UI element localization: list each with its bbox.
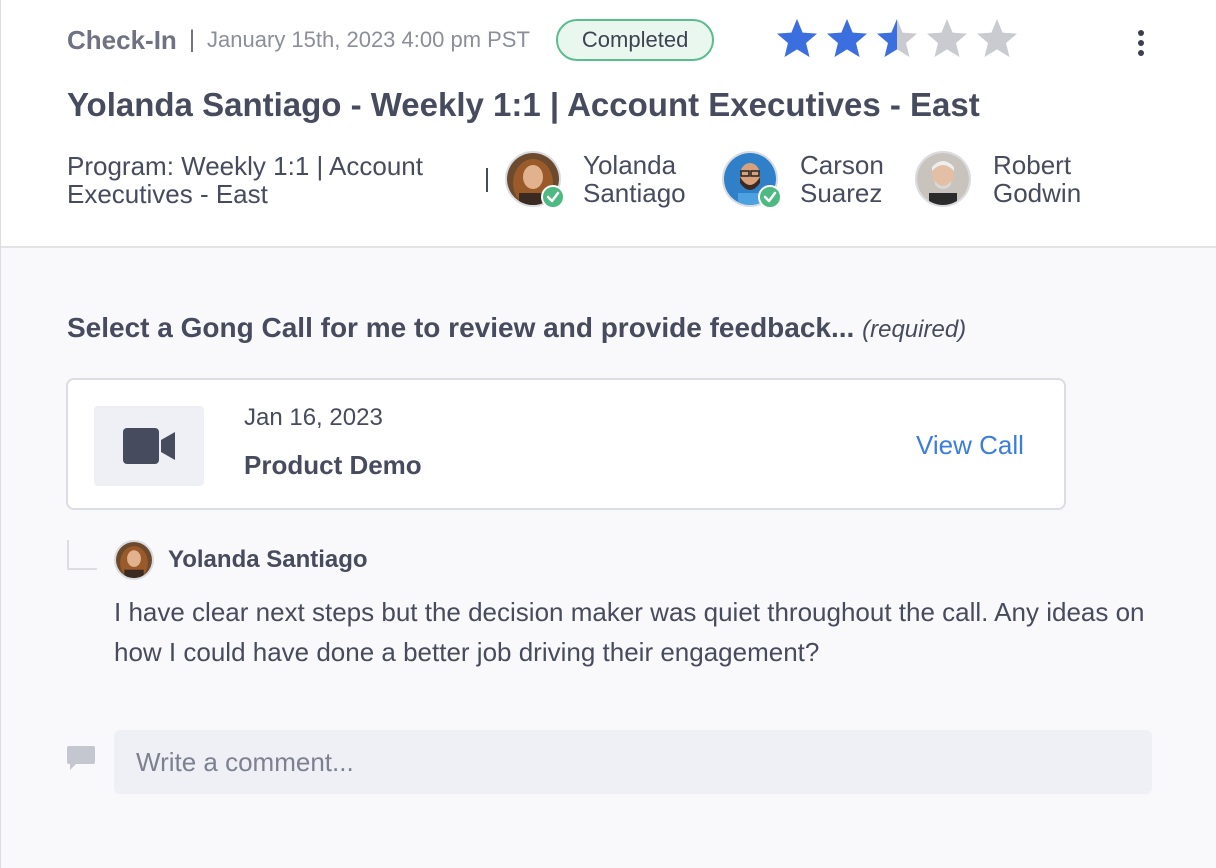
star-icon[interactable] bbox=[824, 16, 870, 62]
meta-separator: | bbox=[188, 26, 196, 53]
required-label: (required) bbox=[862, 316, 967, 343]
checked-in-icon bbox=[541, 185, 565, 209]
kebab-dot bbox=[1138, 30, 1144, 36]
participant-yolanda-santiago[interactable]: Yolanda Santiago bbox=[505, 150, 703, 209]
more-options-icon[interactable] bbox=[1130, 28, 1152, 58]
star-icon[interactable] bbox=[974, 16, 1020, 62]
avatar bbox=[915, 151, 971, 207]
kebab-dot bbox=[1138, 40, 1144, 46]
question-prompt: Select a Gong Call for me to review and … bbox=[67, 312, 966, 344]
comment-icon bbox=[66, 744, 96, 772]
video-camera-icon bbox=[94, 406, 204, 486]
question-text: Select a Gong Call for me to review and … bbox=[67, 312, 855, 343]
participant-name: Yolanda Santiago bbox=[583, 150, 686, 208]
avatar-wrap bbox=[505, 151, 565, 209]
checkin-date: January 15th, 2023 4:00 pm PST bbox=[207, 27, 530, 52]
meta-row: Check-In | January 15th, 2023 4:00 pm PS… bbox=[67, 19, 715, 61]
panel-left-border bbox=[0, 0, 1, 868]
star-icon[interactable] bbox=[924, 16, 970, 62]
participant-carson-suarez[interactable]: Carson Suarez bbox=[722, 150, 920, 209]
call-date: Jan 16, 2023 bbox=[244, 404, 383, 431]
checkin-type-label: Check-In bbox=[67, 24, 177, 55]
star-icon[interactable] bbox=[874, 16, 920, 62]
kebab-dot bbox=[1138, 50, 1144, 56]
star-rating[interactable] bbox=[774, 16, 1024, 62]
avatar-wrap bbox=[722, 151, 782, 209]
checked-in-icon bbox=[758, 185, 782, 209]
status-badge: Completed bbox=[555, 19, 715, 61]
comment-text: I have clear next steps but the decision… bbox=[114, 597, 1145, 667]
page-title: Yolanda Santiago - Weekly 1:1 | Account … bbox=[67, 86, 980, 123]
thread-connector bbox=[67, 540, 97, 570]
participant-robert-godwin[interactable]: Robert Godwin bbox=[915, 150, 1113, 208]
participants-separator bbox=[486, 168, 488, 192]
program-label: Program: Weekly 1:1 | Account Executives… bbox=[67, 151, 423, 209]
participant-name: Carson Suarez bbox=[800, 150, 884, 208]
star-icon[interactable] bbox=[774, 16, 820, 62]
gong-call-card[interactable]: Jan 16, 2023 Product Demo View Call bbox=[66, 378, 1066, 510]
participant-name: Robert Godwin bbox=[993, 150, 1082, 208]
call-name: Product Demo bbox=[244, 450, 422, 480]
view-call-link[interactable]: View Call bbox=[916, 430, 1024, 461]
checkin-header: Check-In | January 15th, 2023 4:00 pm PS… bbox=[0, 0, 1216, 248]
avatar bbox=[114, 540, 154, 580]
avatar-wrap bbox=[915, 151, 971, 207]
comment-author: Yolanda Santiago bbox=[168, 546, 368, 573]
comment-input[interactable] bbox=[114, 730, 1152, 794]
